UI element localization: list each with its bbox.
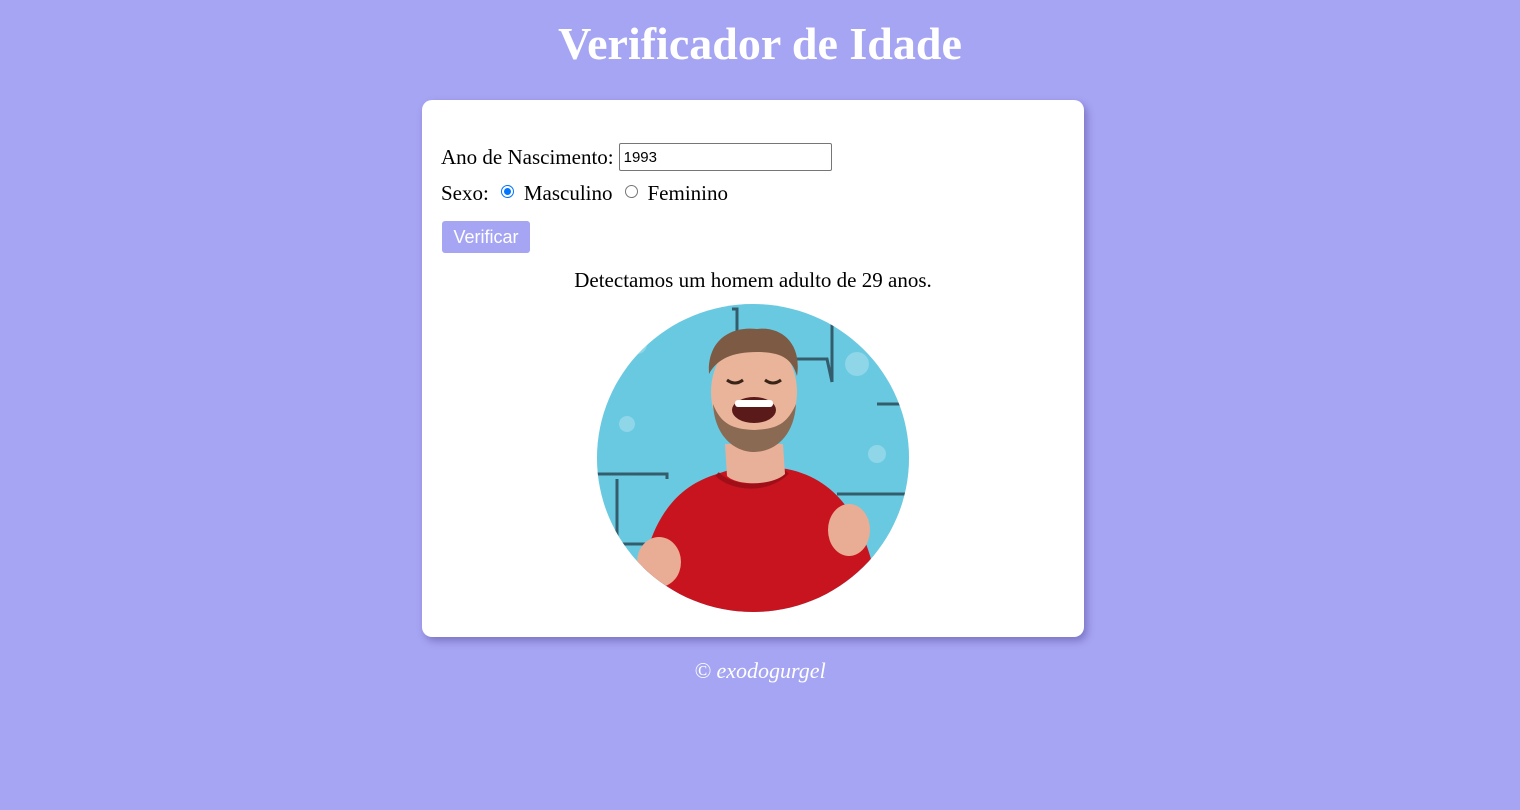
sex-label: Sexo: bbox=[441, 180, 489, 205]
result-photo bbox=[597, 304, 909, 612]
birth-year-row: Ano de Nascimento: bbox=[441, 143, 1065, 171]
laughing-man-photo-illustration bbox=[597, 304, 909, 612]
form-card: Ano de Nascimento: Sexo: Masculino Femin… bbox=[422, 100, 1084, 637]
footer-credit: © exodogurgel bbox=[694, 658, 826, 683]
sex-row: Sexo: Masculino Feminino bbox=[441, 180, 1065, 206]
page-title: Verificador de Idade bbox=[558, 18, 962, 69]
radio-feminino[interactable] bbox=[624, 184, 638, 198]
radio-masculino[interactable] bbox=[500, 184, 514, 198]
birth-year-label: Ano de Nascimento: bbox=[441, 144, 614, 169]
radio-feminino-label[interactable]: Feminino bbox=[648, 181, 729, 206]
radio-masculino-label[interactable]: Masculino bbox=[524, 181, 613, 206]
page-header: Verificador de Idade bbox=[0, 0, 1520, 82]
birth-year-input[interactable] bbox=[618, 143, 832, 171]
verify-button[interactable]: Verificar bbox=[442, 221, 530, 253]
result-text: Detectamos um homem adulto de 29 anos. bbox=[574, 268, 932, 292]
